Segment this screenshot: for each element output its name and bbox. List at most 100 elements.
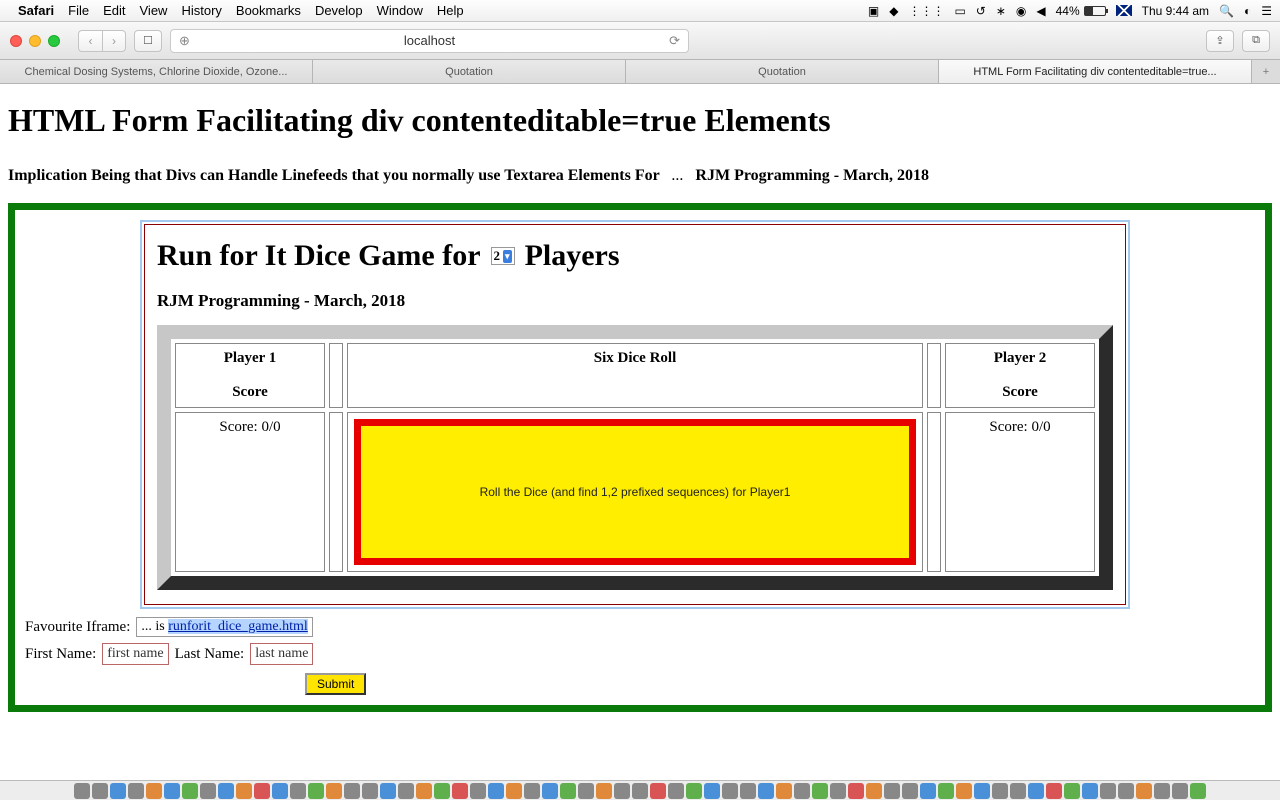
dock-app-icon[interactable]: [146, 783, 162, 799]
close-button[interactable]: [10, 35, 22, 47]
dock-app-icon[interactable]: [542, 783, 558, 799]
dock-app-icon[interactable]: [668, 783, 684, 799]
dock-app-icon[interactable]: [200, 783, 216, 799]
dock-app-icon[interactable]: [794, 783, 810, 799]
status-icon[interactable]: ◆: [889, 4, 898, 18]
last-name-field[interactable]: last name: [250, 643, 313, 665]
dock-app-icon[interactable]: [776, 783, 792, 799]
forward-button[interactable]: ›: [102, 30, 126, 52]
dock-app-icon[interactable]: [74, 783, 90, 799]
dock-app-icon[interactable]: [182, 783, 198, 799]
dock-app-icon[interactable]: [128, 783, 144, 799]
dock-app-icon[interactable]: [470, 783, 486, 799]
dock-app-icon[interactable]: [1028, 783, 1044, 799]
dock-app-icon[interactable]: [308, 783, 324, 799]
browser-tab[interactable]: Quotation: [626, 60, 939, 83]
dock-app-icon[interactable]: [578, 783, 594, 799]
dock-app-icon[interactable]: [1082, 783, 1098, 799]
minimize-button[interactable]: [29, 35, 41, 47]
status-icon[interactable]: ⋮⋮⋮: [908, 4, 944, 18]
dock-app-icon[interactable]: [992, 783, 1008, 799]
dock-app-icon[interactable]: [560, 783, 576, 799]
dock-app-icon[interactable]: [236, 783, 252, 799]
flag-icon[interactable]: [1116, 5, 1132, 16]
dock-app-icon[interactable]: [632, 783, 648, 799]
menu-window[interactable]: Window: [377, 3, 423, 18]
dock-app-icon[interactable]: [1046, 783, 1062, 799]
dock-app-icon[interactable]: [956, 783, 972, 799]
dock-app-icon[interactable]: [488, 783, 504, 799]
dock-app-icon[interactable]: [1118, 783, 1134, 799]
dock-app-icon[interactable]: [812, 783, 828, 799]
status-icon[interactable]: ▣: [868, 4, 879, 18]
menu-help[interactable]: Help: [437, 3, 464, 18]
dock-app-icon[interactable]: [1154, 783, 1170, 799]
dock-app-icon[interactable]: [362, 783, 378, 799]
address-bar[interactable]: ⊕ localhost ⟳: [170, 29, 689, 53]
siri-icon[interactable]: ◐: [1244, 4, 1251, 18]
dock-app-icon[interactable]: [650, 783, 666, 799]
new-tab-button[interactable]: +: [1252, 60, 1280, 83]
dock-app-icon[interactable]: [524, 783, 540, 799]
dock-app-icon[interactable]: [1064, 783, 1080, 799]
dock-app-icon[interactable]: [974, 783, 990, 799]
dock-app-icon[interactable]: [704, 783, 720, 799]
dock-app-icon[interactable]: [596, 783, 612, 799]
browser-tab[interactable]: Chemical Dosing Systems, Chlorine Dioxid…: [0, 60, 313, 83]
dock-app-icon[interactable]: [434, 783, 450, 799]
volume-icon[interactable]: ◀: [1036, 4, 1045, 18]
bluetooth-icon[interactable]: ∗: [996, 4, 1006, 18]
dock-app-icon[interactable]: [722, 783, 738, 799]
dock-app-icon[interactable]: [164, 783, 180, 799]
dock-app-icon[interactable]: [1100, 783, 1116, 799]
dock-app-icon[interactable]: [938, 783, 954, 799]
dock-app-icon[interactable]: [1190, 783, 1206, 799]
dock-app-icon[interactable]: [1010, 783, 1026, 799]
dock-app-icon[interactable]: [380, 783, 396, 799]
menu-file[interactable]: File: [68, 3, 89, 18]
timemachine-icon[interactable]: ↺: [976, 4, 986, 18]
dock-app-icon[interactable]: [254, 783, 270, 799]
dock-app-icon[interactable]: [344, 783, 360, 799]
player-count-select[interactable]: 2 ▾: [491, 247, 515, 265]
dock-app-icon[interactable]: [686, 783, 702, 799]
dock-app-icon[interactable]: [290, 783, 306, 799]
dock-app-icon[interactable]: [218, 783, 234, 799]
fav-link[interactable]: runforit_dice_game.html: [168, 619, 308, 634]
airplay-icon[interactable]: ▭: [954, 4, 965, 18]
notification-icon[interactable]: ☰: [1261, 4, 1272, 18]
dock-app-icon[interactable]: [92, 783, 108, 799]
back-button[interactable]: ‹: [78, 30, 102, 52]
sidebar-button[interactable]: ☐: [134, 30, 162, 52]
dock-app-icon[interactable]: [398, 783, 414, 799]
clock[interactable]: Thu 9:44 am: [1142, 4, 1209, 18]
app-name[interactable]: Safari: [18, 3, 54, 18]
share-button[interactable]: ⇪: [1206, 30, 1234, 52]
menu-history[interactable]: History: [181, 3, 221, 18]
dock-app-icon[interactable]: [866, 783, 882, 799]
menu-bookmarks[interactable]: Bookmarks: [236, 3, 301, 18]
dock-app-icon[interactable]: [740, 783, 756, 799]
wifi-icon[interactable]: ◉: [1016, 4, 1026, 18]
dock-app-icon[interactable]: [110, 783, 126, 799]
battery-icon[interactable]: [1084, 6, 1106, 16]
dock-app-icon[interactable]: [452, 783, 468, 799]
fav-value[interactable]: ... is runforit_dice_game.html: [136, 617, 312, 637]
menu-view[interactable]: View: [140, 3, 168, 18]
browser-tab[interactable]: Quotation: [313, 60, 626, 83]
dock-app-icon[interactable]: [326, 783, 342, 799]
dock-app-icon[interactable]: [1136, 783, 1152, 799]
browser-tab-active[interactable]: HTML Form Facilitating div contenteditab…: [939, 60, 1252, 83]
dock-app-icon[interactable]: [272, 783, 288, 799]
reload-icon[interactable]: ⟳: [669, 33, 680, 49]
zoom-button[interactable]: [48, 35, 60, 47]
menu-develop[interactable]: Develop: [315, 3, 363, 18]
dock-app-icon[interactable]: [758, 783, 774, 799]
first-name-field[interactable]: first name: [102, 643, 168, 665]
submit-button[interactable]: Submit: [305, 673, 366, 695]
dock-app-icon[interactable]: [506, 783, 522, 799]
menu-edit[interactable]: Edit: [103, 3, 125, 18]
roll-dice-button[interactable]: Roll the Dice (and find 1,2 prefixed seq…: [354, 419, 916, 565]
dock-app-icon[interactable]: [830, 783, 846, 799]
tabs-button[interactable]: ⧉: [1242, 30, 1270, 52]
